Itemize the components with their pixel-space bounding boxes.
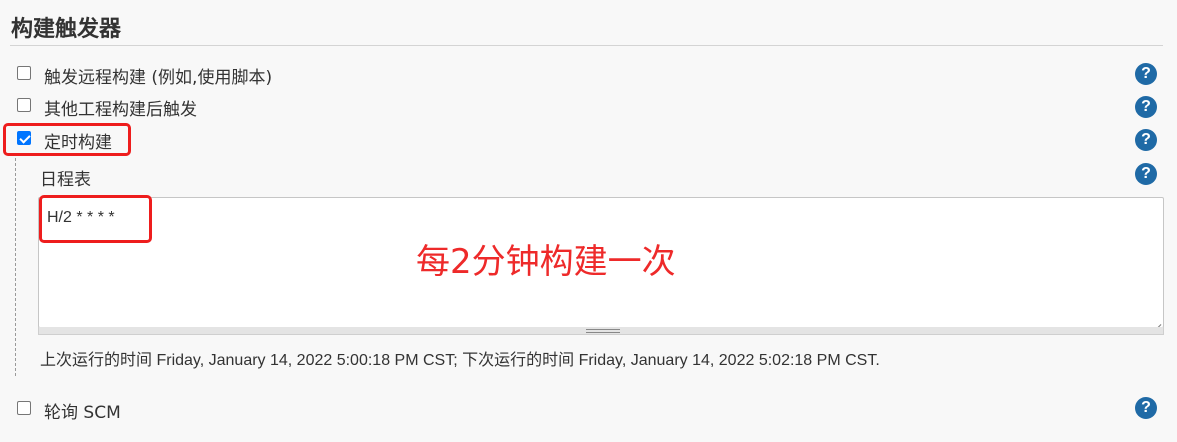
trigger-upstream-row: 其他工程构建后触发 xyxy=(0,98,1177,128)
drag-handle-icon[interactable] xyxy=(586,329,620,333)
textarea-drag-bar[interactable] xyxy=(38,327,1164,335)
trigger-poll-scm-checkbox[interactable] xyxy=(17,401,31,415)
poll-scm-help-icon[interactable]: ? xyxy=(1135,397,1157,419)
textarea-resize-grip[interactable] xyxy=(1151,315,1161,325)
trigger-poll-scm-row: 轮询 SCM xyxy=(0,401,1177,431)
annotation-note: 每2分钟构建一次 xyxy=(416,242,676,282)
trigger-upstream-help-icon[interactable]: ? xyxy=(1135,96,1157,118)
nested-section-guide xyxy=(15,158,16,376)
section-divider xyxy=(10,45,1163,46)
trigger-periodic-help-icon[interactable]: ? xyxy=(1135,129,1157,151)
trigger-upstream-checkbox[interactable] xyxy=(17,98,31,112)
trigger-remote-checkbox[interactable] xyxy=(17,66,31,80)
trigger-remote-label[interactable]: 触发远程构建 (例如,使用脚本) xyxy=(44,63,272,88)
trigger-poll-scm-label[interactable]: 轮询 SCM xyxy=(44,398,121,423)
trigger-remote-help-icon[interactable]: ? xyxy=(1135,63,1157,85)
next-run-label: 下次运行的时间 xyxy=(462,350,575,369)
trigger-upstream-label[interactable]: 其他工程构建后触发 xyxy=(44,95,197,120)
schedule-help-icon[interactable]: ? xyxy=(1135,163,1157,185)
last-run-time: Friday, January 14, 2022 5:00:18 PM CST; xyxy=(152,352,463,369)
next-run-time: Friday, January 14, 2022 5:02:18 PM CST. xyxy=(574,352,880,369)
section-title: 构建触发器 xyxy=(11,17,122,42)
trigger-periodic-row: 定时构建 xyxy=(0,131,1177,161)
annotation-highlight-schedule xyxy=(39,195,152,243)
schedule-run-info: 上次运行的时间 Friday, January 14, 2022 5:00:18… xyxy=(40,346,880,370)
annotation-highlight-periodic xyxy=(3,123,131,156)
schedule-label: 日程表 xyxy=(40,170,91,190)
build-triggers-panel: 构建触发器 触发远程构建 (例如,使用脚本) ? 其他工程构建后触发 ? 定时构… xyxy=(0,0,1177,442)
last-run-label: 上次运行的时间 xyxy=(40,350,153,369)
trigger-remote-row: 触发远程构建 (例如,使用脚本) xyxy=(0,66,1177,96)
